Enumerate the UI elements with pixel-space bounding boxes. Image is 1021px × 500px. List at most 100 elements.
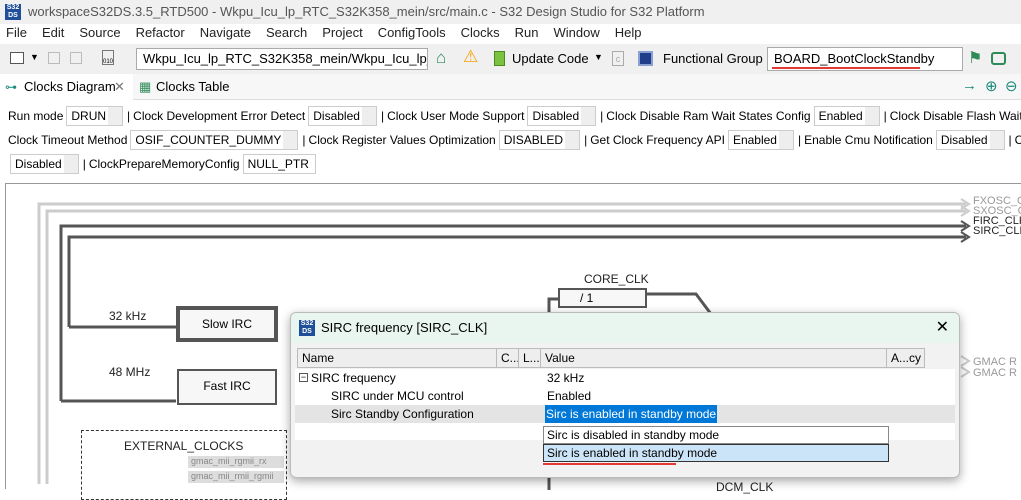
highlight-underline — [543, 463, 676, 465]
collapse-icon[interactable]: − — [299, 373, 308, 382]
project-path-field[interactable]: Wkpu_Icu_lp_RTC_S32K358_mein/Wkpu_Icu_lp… — [136, 48, 428, 70]
register-optimization-select[interactable]: DISABLED — [498, 130, 581, 150]
zoom-in-icon[interactable]: ⊕ — [985, 77, 998, 95]
menu-search[interactable]: Search — [266, 24, 307, 44]
dcm-clk-label: DCM_CLK — [716, 480, 774, 494]
flag-icon[interactable]: ⚑ — [968, 48, 982, 68]
setting-label: Clock User Mode Support — [387, 109, 525, 123]
prepare-memory-config-select[interactable]: NULL_PTR — [242, 154, 316, 174]
tab-label: Clocks Diagram — [24, 79, 116, 94]
menu-edit[interactable]: Edit — [42, 24, 64, 44]
external-clocks-group: EXTERNAL_CLOCKS gmac_mii_rgmii_rx gmac_m… — [81, 430, 287, 500]
menu-window[interactable]: Window — [554, 24, 600, 44]
setting-label: Run mode — [8, 109, 64, 123]
setting-label: Get Clock Frequency API — [590, 133, 725, 147]
menu-configtools[interactable]: ConfigTools — [378, 24, 446, 44]
column-l[interactable]: L... — [519, 348, 541, 368]
warning-icon[interactable]: ⚠ — [463, 47, 478, 67]
close-icon[interactable]: ✕ — [936, 313, 949, 343]
external-clock-input[interactable]: gmac_mii_rgmii_rx — [188, 456, 284, 468]
comment-icon[interactable] — [991, 52, 1006, 65]
fast-irc-block[interactable]: Fast IRC — [177, 369, 277, 405]
menu-project[interactable]: Project — [322, 24, 362, 44]
setting-label: ClockPrepareMemoryConfig — [88, 157, 240, 171]
get-frequency-api-select[interactable]: Enabled — [727, 130, 794, 150]
dialog-title-bar: S32 DS SIRC frequency [SIRC_CLK] ✕ — [291, 313, 959, 343]
sirc-frequency-dialog: S32 DS SIRC frequency [SIRC_CLK] ✕ Name C… — [290, 312, 960, 478]
column-value[interactable]: Value — [541, 348, 887, 368]
column-c[interactable]: C... — [497, 348, 519, 368]
menu-source[interactable]: Source — [79, 24, 120, 44]
arrow-right-icon[interactable]: → — [962, 77, 977, 94]
tab-label: Clocks Table — [156, 79, 230, 94]
row-name: SIRC under MCU control — [331, 389, 464, 403]
arrow-icon — [960, 355, 971, 378]
update-code-icon[interactable] — [494, 51, 505, 66]
table-icon: ▦ — [139, 79, 152, 94]
row-name: Sirc Standby Configuration — [331, 407, 474, 421]
setting-label: Clock Timeout Method — [8, 133, 128, 147]
dev-error-detect-select[interactable]: Disabled — [308, 106, 377, 126]
chip-icon[interactable] — [638, 51, 653, 66]
dropdown-option-selected[interactable]: Sirc is enabled in standby mode — [543, 444, 889, 462]
menu-navigate[interactable]: Navigate — [200, 24, 251, 44]
fast-irc-frequency: 48 MHz — [109, 365, 151, 379]
output-gmac-2: GMAC R — [973, 367, 1017, 379]
menu-run[interactable]: Run — [515, 24, 539, 44]
slow-irc-block[interactable]: Slow IRC — [176, 306, 278, 342]
core-clk-divider[interactable]: / 1 — [558, 288, 647, 308]
setting-label: Clock Register Values Optimization — [308, 133, 496, 147]
close-icon[interactable]: ✕ — [114, 74, 125, 100]
window-title: workspaceS32DS.3.5_RTD500 - Wkpu_Icu_lp_… — [28, 4, 705, 19]
diagram-icon: ⊶ — [5, 80, 17, 94]
row-name: SIRC frequency — [311, 371, 396, 385]
setting-select[interactable]: Disabled — [10, 154, 79, 174]
menu-file[interactable]: File — [6, 24, 27, 44]
setting-label: C — [1014, 133, 1021, 147]
output-sirc: SIRC_CLK — [973, 225, 1021, 237]
standby-config-select[interactable]: Sirc is enabled in standby mode — [545, 405, 718, 423]
binary-icon[interactable]: 010 — [102, 50, 114, 65]
tab-clocks-table[interactable]: ▦ Clocks Table — [136, 74, 229, 100]
column-name[interactable]: Name — [297, 348, 497, 368]
row-value: Enabled — [547, 389, 592, 403]
editor-tabs: ⊶ Clocks Diagram ✕ ▦ Clocks Table → ⊕ ⊖ — [0, 74, 1021, 100]
slow-irc-frequency: 32 kHz — [109, 309, 147, 323]
functional-group-label: Functional Group — [663, 51, 763, 66]
save-icon[interactable] — [48, 52, 60, 64]
menu-clocks[interactable]: Clocks — [461, 24, 500, 44]
setting-label: Clock Disable Ram Wait States Config — [606, 109, 811, 123]
table-row-selected[interactable]: Sirc Standby Configuration Sirc is enabl… — [295, 405, 955, 423]
chevron-down-icon[interactable]: ▼ — [594, 52, 603, 62]
output-gmac-1: GMAC R — [973, 356, 1017, 368]
setting-label: Clock Development Error Detect — [133, 109, 306, 123]
table-row[interactable]: − SIRC frequency 32 kHz — [295, 369, 955, 387]
run-mode-select[interactable]: DRUN — [66, 106, 124, 126]
dialog-title: SIRC frequency [SIRC_CLK] — [321, 320, 488, 335]
save-all-icon[interactable] — [70, 52, 82, 64]
external-clock-input[interactable]: gmac_mii_rmii_rgmii — [188, 471, 284, 483]
home-icon[interactable]: ⌂ — [436, 48, 446, 68]
new-icon[interactable] — [10, 52, 24, 64]
dropdown-option[interactable]: Sirc is disabled in standby mode — [543, 426, 889, 444]
highlight-underline — [772, 67, 920, 69]
toolbar: ▼ 010 Wkpu_Icu_lp_RTC_S32K358_mein/Wkpu_… — [0, 44, 1021, 74]
core-clk-label: CORE_CLK — [584, 272, 649, 286]
ram-wait-states-select[interactable]: Enabled — [813, 106, 880, 126]
code-file-icon[interactable]: c — [612, 51, 624, 66]
setting-label: Enable Cmu Notification — [804, 133, 933, 147]
menu-bar: File Edit Source Refactor Navigate Searc… — [0, 24, 1021, 44]
clock-settings-panel: Run mode DRUN | Clock Development Error De… — [0, 100, 1021, 180]
zoom-out-icon[interactable]: ⊖ — [1005, 77, 1018, 95]
chevron-down-icon[interactable]: ▼ — [30, 52, 39, 62]
update-code-button[interactable]: Update Code — [512, 44, 589, 74]
user-mode-support-select[interactable]: Disabled — [527, 106, 597, 126]
table-row[interactable]: SIRC under MCU control Enabled — [295, 387, 955, 405]
tab-clocks-diagram[interactable]: ⊶ Clocks Diagram ✕ — [0, 74, 133, 100]
menu-refactor[interactable]: Refactor — [136, 24, 185, 44]
cmu-notification-select[interactable]: Disabled — [935, 130, 1005, 150]
core-output-wire — [647, 292, 713, 315]
menu-help[interactable]: Help — [615, 24, 642, 44]
timeout-method-select[interactable]: OSIF_COUNTER_DUMMY — [130, 130, 299, 150]
column-accuracy[interactable]: A...cy — [887, 348, 925, 368]
